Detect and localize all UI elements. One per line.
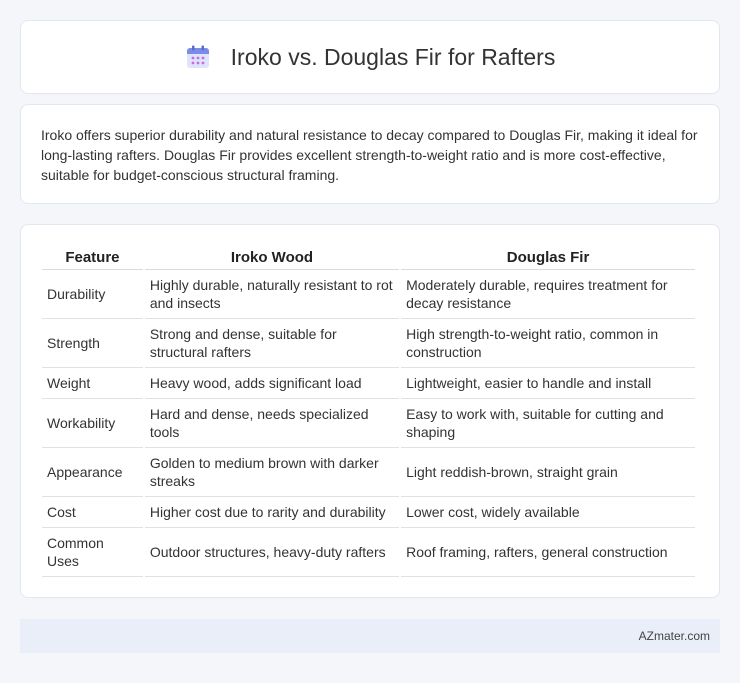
calendar-icon (186, 45, 209, 68)
iroko-cell: Hard and dense, needs specialized tools (144, 399, 400, 448)
douglas-fir-cell: Roof framing, rafters, general construct… (401, 528, 695, 577)
comparison-table: Feature Iroko Wood Douglas Fir Durabilit… (40, 245, 697, 577)
table-row: Strength Strong and dense, suitable for … (42, 319, 695, 368)
feature-cell: Durability (42, 270, 143, 319)
column-header-douglas-fir: Douglas Fir (401, 245, 695, 270)
douglas-fir-cell: Lower cost, widely available (401, 497, 695, 528)
page-title: Iroko vs. Douglas Fir for Rafters (230, 43, 556, 70)
comparison-table-card: Feature Iroko Wood Douglas Fir Durabilit… (20, 224, 720, 598)
summary-card: Iroko offers superior durability and nat… (20, 104, 720, 204)
douglas-fir-cell: Easy to work with, suitable for cutting … (401, 399, 695, 448)
table-row: Workability Hard and dense, needs specia… (42, 399, 695, 448)
table-row: Durability Highly durable, naturally res… (42, 270, 695, 319)
summary-text: Iroko offers superior durability and nat… (41, 127, 698, 183)
column-header-feature: Feature (42, 245, 143, 270)
iroko-cell: Outdoor structures, heavy-duty rafters (144, 528, 400, 577)
feature-cell: Cost (42, 497, 143, 528)
feature-cell: Workability (42, 399, 143, 448)
table-row: Weight Heavy wood, adds significant load… (42, 368, 695, 399)
douglas-fir-cell: High strength-to-weight ratio, common in… (401, 319, 695, 368)
table-row: Common Uses Outdoor structures, heavy-du… (42, 528, 695, 577)
feature-cell: Common Uses (42, 528, 143, 577)
table-row: Cost Higher cost due to rarity and durab… (42, 497, 695, 528)
douglas-fir-cell: Light reddish-brown, straight grain (401, 448, 695, 497)
footer: AZmater.com (20, 619, 720, 653)
iroko-cell: Golden to medium brown with darker strea… (144, 448, 400, 497)
footer-brand[interactable]: AZmater.com (639, 629, 710, 643)
iroko-cell: Higher cost due to rarity and durability (144, 497, 400, 528)
feature-cell: Weight (42, 368, 143, 399)
douglas-fir-cell: Moderately durable, requires treatment f… (401, 270, 695, 319)
column-header-iroko: Iroko Wood (144, 245, 400, 270)
table-header-row: Feature Iroko Wood Douglas Fir (42, 245, 695, 270)
iroko-cell: Strong and dense, suitable for structura… (144, 319, 400, 368)
table-row: Appearance Golden to medium brown with d… (42, 448, 695, 497)
feature-cell: Strength (42, 319, 143, 368)
iroko-cell: Highly durable, naturally resistant to r… (144, 270, 400, 319)
douglas-fir-cell: Lightweight, easier to handle and instal… (401, 368, 695, 399)
title-card: Iroko vs. Douglas Fir for Rafters (20, 20, 720, 94)
iroko-cell: Heavy wood, adds significant load (144, 368, 400, 399)
feature-cell: Appearance (42, 448, 143, 497)
